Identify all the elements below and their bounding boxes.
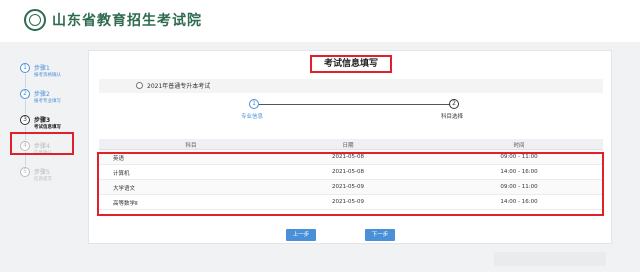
column-header-subject: 科目 (185, 143, 197, 149)
column-header-time: 时间 (513, 143, 525, 149)
progress-step-1-icon: 1 (249, 99, 259, 109)
panel-title-highlight: 考试信息填写 (310, 55, 392, 73)
step-description: 信息提交 (34, 177, 52, 182)
column-header-date: 日期 (342, 143, 354, 149)
progress-line (259, 104, 451, 105)
table-header: 科目 日期 时间 (99, 139, 603, 150)
progress-indicator: 1 2 专业信息 科目选择 (219, 99, 479, 125)
step-description: 报考专业填写 (34, 99, 61, 104)
progress-step-1-label: 专业信息 (241, 114, 264, 120)
page-body: 1 步骤1 报考资格确认 2 步骤2 报考专业填写 3 步骤3 考试信息填写 4… (0, 42, 640, 272)
step-number-icon: 2 (20, 89, 30, 99)
progress-step-2-icon: 2 (449, 99, 459, 109)
step-description: 报考资格确认 (34, 73, 61, 78)
seal-logo-icon (24, 9, 46, 31)
step-number-icon: 5 (20, 167, 30, 177)
step-title: 步骤1 (34, 65, 50, 72)
site-title: 山东省教育招生考试院 (52, 13, 202, 29)
step-number-icon: 1 (20, 63, 30, 73)
table-highlight (97, 152, 604, 216)
step-connector (25, 74, 26, 88)
radio-button-icon[interactable] (136, 82, 143, 89)
sidebar-step-5[interactable]: 5 步骤5 信息提交 (18, 166, 80, 192)
site-header: 山东省教育招生考试院 (0, 0, 640, 42)
exam-selector[interactable]: 2021年普通专升本考试 (99, 79, 603, 93)
page-title: 考试信息填写 (323, 59, 378, 69)
next-step-button[interactable]: 下一步 (365, 229, 395, 241)
sidebar-step-2[interactable]: 2 步骤2 报考专业填写 (18, 88, 80, 114)
exam-info-panel: 考试信息填写 2021年普通专升本考试 1 2 专业信息 科目选择 科目 日期 … (88, 50, 612, 244)
step-description: 考试信息填写 (34, 125, 61, 130)
step-title: 步骤5 (34, 169, 50, 176)
step-title: 步骤2 (34, 91, 50, 98)
step-number-icon: 3 (20, 115, 30, 125)
current-step-highlight (10, 132, 74, 155)
sidebar-step-1[interactable]: 1 步骤1 报考资格确认 (18, 62, 80, 88)
previous-step-button[interactable]: 上一步 (286, 229, 316, 241)
seal-logo-inner (29, 14, 41, 26)
step-title: 步骤3 (34, 117, 51, 124)
watermark-blur (494, 252, 606, 266)
step-sidebar: 1 步骤1 报考资格确认 2 步骤2 报考专业填写 3 步骤3 考试信息填写 4… (10, 62, 80, 192)
step-connector (25, 100, 26, 114)
exam-name: 2021年普通专升本考试 (147, 83, 211, 90)
progress-step-2-label: 科目选择 (441, 114, 464, 120)
